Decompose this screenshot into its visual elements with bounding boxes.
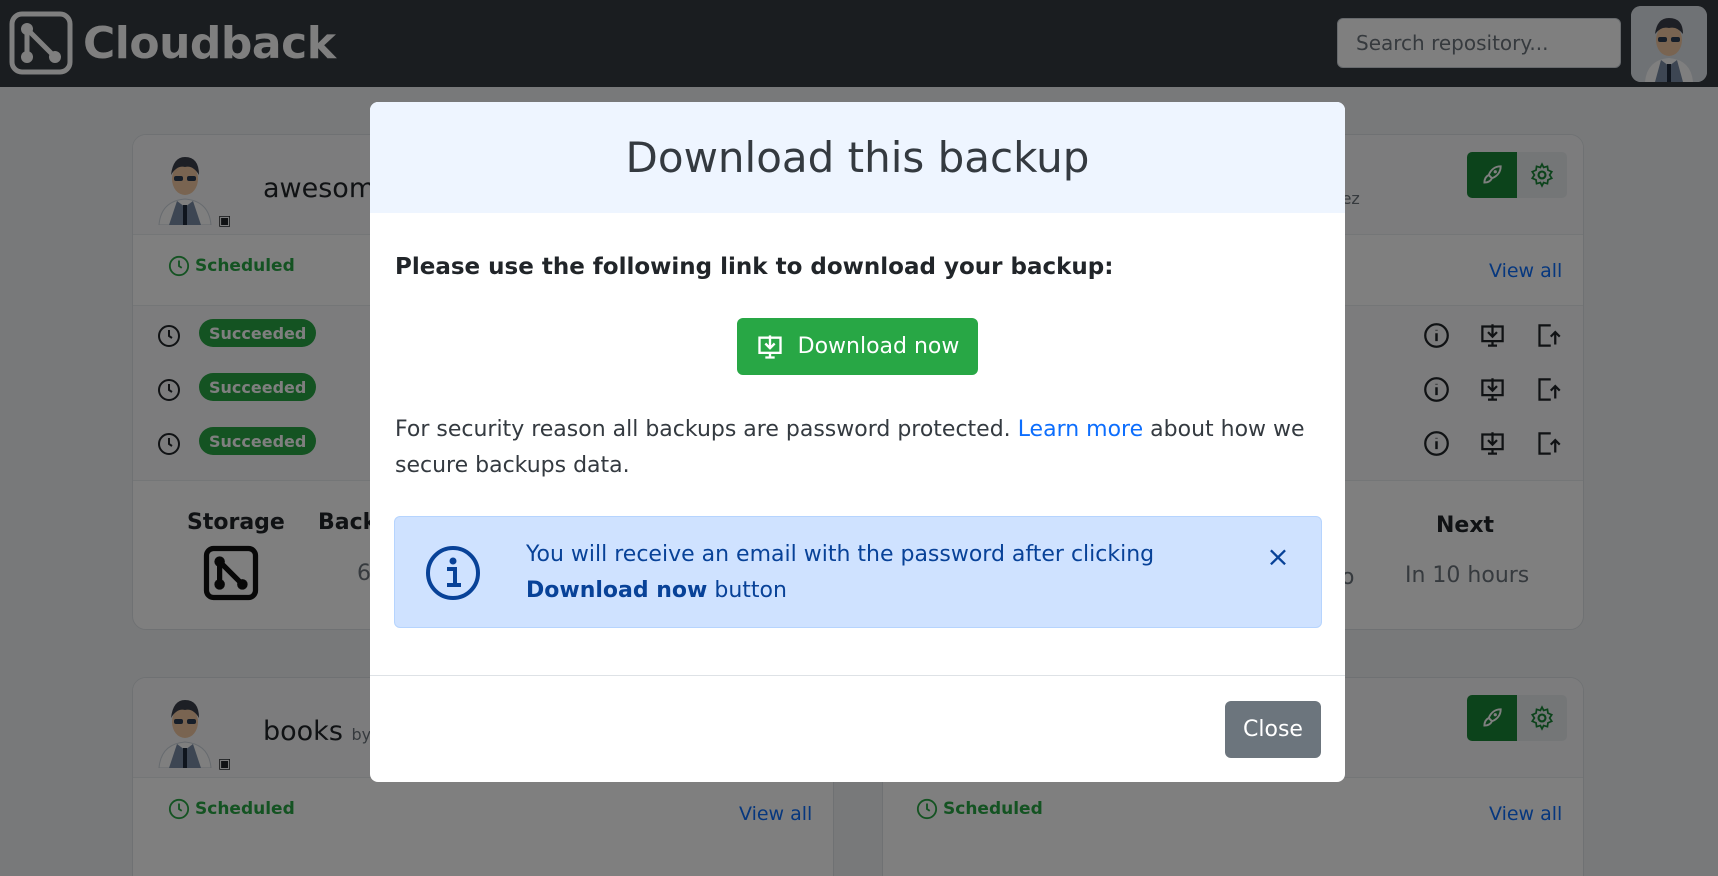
alert-bold-text: Download now [526, 578, 708, 603]
password-email-alert: You will receive an email with the passw… [394, 516, 1322, 628]
security-text: For security reason all backups are pass… [395, 417, 1011, 442]
alert-tail-text: button [714, 578, 787, 603]
security-note: For security reason all backups are pass… [395, 412, 1315, 484]
download-instructions: Please use the following link to downloa… [395, 254, 1114, 280]
modal-title: Download this backup [625, 133, 1090, 182]
download-now-label: Download now [797, 334, 960, 359]
close-button[interactable]: Close [1225, 701, 1321, 758]
learn-more-link[interactable]: Learn more [1018, 417, 1143, 442]
download-now-button[interactable]: Download now [737, 318, 978, 375]
modal-header: Download this backup [370, 102, 1345, 213]
info-icon [426, 546, 480, 600]
alert-text: You will receive an email with the passw… [526, 542, 1155, 567]
download-icon [757, 334, 782, 359]
alert-message: You will receive an email with the passw… [526, 537, 1246, 609]
download-backup-modal: Download this backup Please use the foll… [370, 102, 1345, 782]
modal-footer-divider [370, 675, 1345, 676]
alert-close-icon[interactable]: × [1266, 543, 1290, 571]
